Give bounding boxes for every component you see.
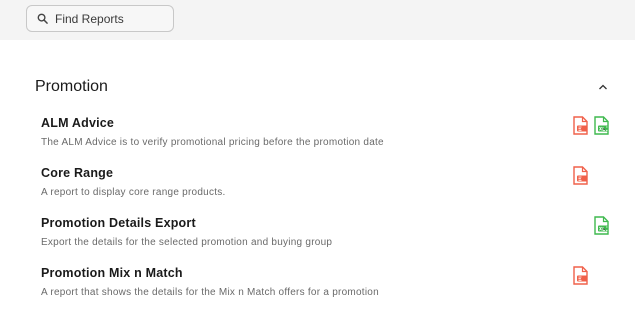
- chevron-up-icon[interactable]: [597, 81, 609, 93]
- pdf-file-icon[interactable]: [572, 166, 589, 185]
- report-title[interactable]: Core Range: [41, 166, 113, 180]
- excel-file-icon[interactable]: [593, 216, 610, 235]
- report-item-promotion-mix-n-match[interactable]: Promotion Mix n Match A report that show…: [41, 266, 611, 310]
- report-title[interactable]: ALM Advice: [41, 116, 114, 130]
- report-description: A report that shows the details for the …: [41, 287, 379, 298]
- pdf-file-icon[interactable]: [572, 116, 589, 135]
- search-box[interactable]: [26, 5, 174, 32]
- search-icon: [37, 13, 48, 24]
- section-title: Promotion: [35, 78, 108, 95]
- section-header[interactable]: Promotion: [35, 76, 615, 100]
- excel-file-icon[interactable]: [593, 116, 610, 135]
- report-item-alm-advice[interactable]: ALM Advice The ALM Advice is to verify p…: [41, 116, 611, 160]
- search-input[interactable]: [55, 11, 165, 26]
- report-title[interactable]: Promotion Mix n Match: [41, 266, 183, 280]
- report-item-promotion-details-export[interactable]: Promotion Details Export Export the deta…: [41, 216, 611, 260]
- report-title[interactable]: Promotion Details Export: [41, 216, 196, 230]
- report-description: A report to display core range products.: [41, 187, 226, 198]
- report-item-core-range[interactable]: Core Range A report to display core rang…: [41, 166, 611, 210]
- top-bar: [0, 0, 635, 40]
- report-description: The ALM Advice is to verify promotional …: [41, 137, 384, 148]
- report-description: Export the details for the selected prom…: [41, 237, 333, 248]
- pdf-file-icon[interactable]: [572, 266, 589, 285]
